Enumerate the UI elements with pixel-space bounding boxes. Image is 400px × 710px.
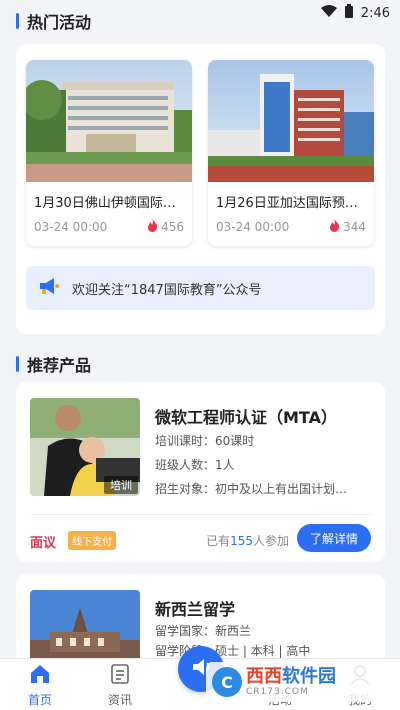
home-icon: [29, 663, 51, 688]
status-time: 2:46: [360, 5, 390, 21]
product-hours: 培训课时：60课时: [155, 434, 255, 448]
learn-more-button[interactable]: 了解详情: [297, 524, 371, 552]
offline-pay-badge: 线下支付: [68, 531, 116, 550]
product-title: 微软工程师认证（MTA）: [155, 408, 337, 427]
watermark-sub: CR173.COM: [246, 687, 309, 697]
hot-section-title-text: 热门活动: [27, 13, 92, 32]
news-icon: [109, 663, 131, 688]
activity-image: [26, 60, 192, 182]
title-accent-bar: [16, 13, 19, 29]
activity-title: 1月26日亚加达国际预…: [216, 196, 358, 211]
hot-activities-card: 1月30日佛山伊顿国际… 03-24 00:00 456 1月26日亚加达国际预…: [16, 44, 385, 334]
product-image-tag: 培训: [104, 476, 138, 494]
product-stage: 留学阶段：硕士 | 本科 | 高中: [155, 644, 311, 658]
product-country: 留学国家：新西兰: [155, 624, 252, 638]
product-price: 面议: [30, 536, 57, 551]
watermark: C 西西软件园 CR173.COM: [206, 662, 382, 702]
watermark-main: 西西软件园: [246, 667, 336, 687]
activity-title: 1月30日佛山伊顿国际…: [34, 196, 176, 211]
divider: [30, 514, 371, 515]
watermark-main-blue: 软件园: [282, 666, 336, 687]
watermark-main-red: 西西: [246, 666, 282, 687]
fire-icon: [147, 219, 158, 235]
product-image: 培训: [30, 398, 140, 496]
joined-suffix: 人参加: [252, 534, 289, 548]
status-icons: 2:46: [320, 4, 390, 22]
megaphone-icon: [38, 276, 60, 300]
watermark-logo-icon: C: [212, 667, 242, 697]
wifi-icon: [320, 5, 337, 21]
product-title: 新西兰留学: [155, 600, 236, 619]
battery-icon: [344, 4, 353, 22]
activity-views-count: 344: [343, 220, 366, 234]
title-accent-bar: [16, 356, 19, 372]
tab-news[interactable]: 资讯: [90, 663, 150, 708]
product-card[interactable]: 培训 微软工程师认证（MTA） 培训课时：60课时 班级人数：1人 招生对象：初…: [16, 382, 385, 562]
joined-prefix: 已有: [206, 534, 231, 548]
activity-card[interactable]: 1月26日亚加达国际预… 03-24 00:00 344: [208, 60, 374, 246]
joined-count: 155: [230, 534, 253, 548]
product-class-size: 班级人数：1人: [155, 458, 235, 472]
hot-section-title: 热门活动: [16, 9, 91, 33]
activity-views-count: 456: [161, 220, 184, 234]
notice-bar[interactable]: 欢迎关注“1847国际教育”公众号: [26, 266, 375, 310]
tab-news-label: 资讯: [107, 693, 132, 707]
products-section-title: 推荐产品: [16, 352, 91, 376]
activity-image: [208, 60, 374, 182]
product-target: 招生对象：初中及以上有出国计划…: [155, 482, 348, 496]
activity-date: 03-24 00:00: [216, 220, 290, 234]
tab-home-label: 首页: [27, 693, 52, 707]
products-section-title-text: 推荐产品: [27, 356, 92, 375]
activity-date: 03-24 00:00: [34, 220, 108, 234]
tab-home[interactable]: 首页: [10, 663, 70, 708]
activity-views: 456: [147, 219, 184, 235]
activity-card[interactable]: 1月30日佛山伊顿国际… 03-24 00:00 456: [26, 60, 192, 246]
notice-text: 欢迎关注“1847国际教育”公众号: [72, 282, 262, 298]
watermark-text: 西西软件园 CR173.COM: [246, 667, 336, 698]
fire-icon: [329, 219, 340, 235]
joined-count-text: 已有155人参加: [206, 532, 289, 549]
activity-views: 344: [329, 219, 366, 235]
